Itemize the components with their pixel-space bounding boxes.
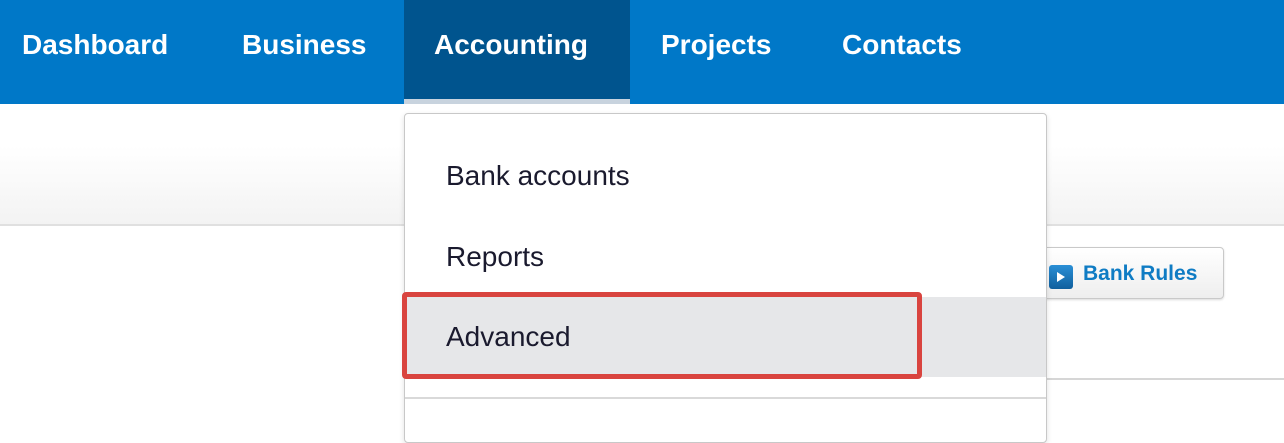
nav-item-business[interactable]: Business xyxy=(242,0,367,90)
nav-item-dashboard[interactable]: Dashboard xyxy=(22,0,168,90)
menu-divider xyxy=(405,397,1046,399)
menu-item-reports[interactable]: Reports xyxy=(405,217,1046,297)
accounting-dropdown-menu: Bank accounts Reports Advanced xyxy=(404,113,1047,443)
bank-rules-button[interactable]: Bank Rules xyxy=(1038,247,1224,299)
nav-item-accounting[interactable]: Accounting xyxy=(434,0,588,90)
content-divider xyxy=(1046,378,1284,380)
menu-item-bank-accounts[interactable]: Bank accounts xyxy=(405,136,1046,216)
play-icon xyxy=(1049,265,1073,289)
nav-item-contacts[interactable]: Contacts xyxy=(842,0,962,90)
menu-item-advanced[interactable]: Advanced xyxy=(405,297,1046,377)
top-navigation-bar xyxy=(0,0,1284,104)
nav-item-projects[interactable]: Projects xyxy=(661,0,772,90)
bank-rules-label: Bank Rules xyxy=(1083,262,1198,285)
